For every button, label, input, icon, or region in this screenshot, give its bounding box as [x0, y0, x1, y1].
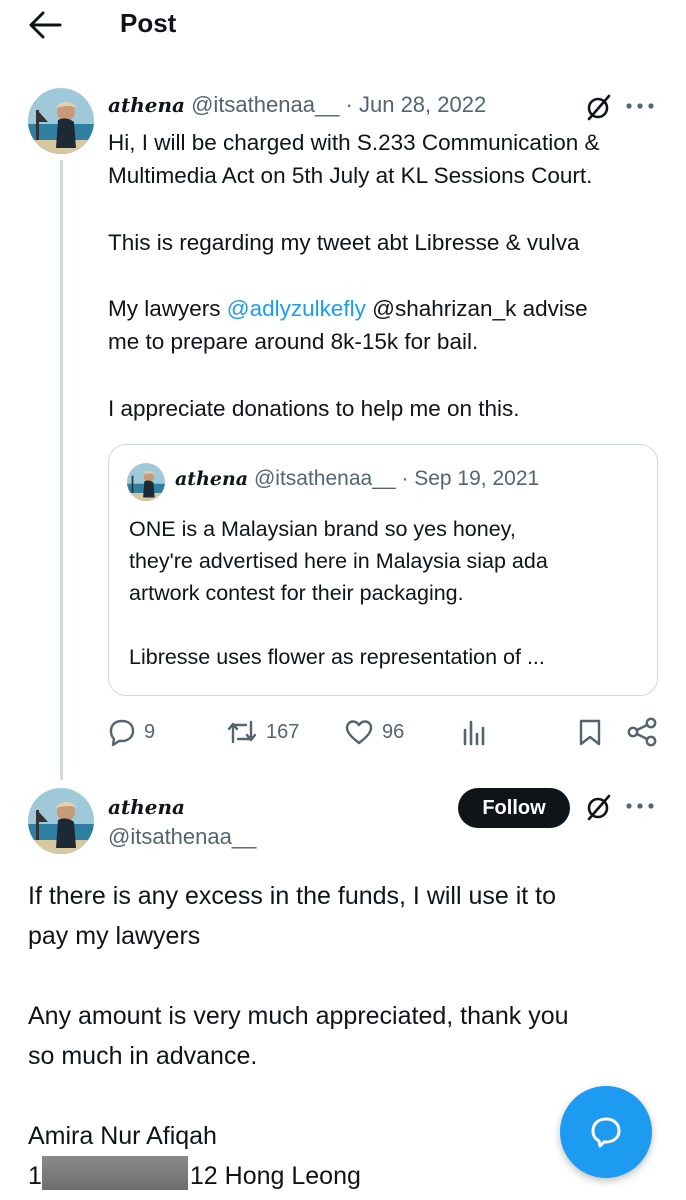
handle[interactable]: @itsathenaa__ [191, 92, 339, 117]
back-arrow-icon[interactable] [28, 10, 62, 40]
quote-tweet-card[interactable]: athena @itsathenaa__ · Sep 19, 2021 ONE … [108, 444, 658, 696]
tweet-text: I appreciate donations to help me on thi… [108, 392, 520, 425]
display-name: athena [175, 468, 249, 490]
compose-reply-button[interactable] [560, 1086, 652, 1178]
like-count: 96 [382, 720, 405, 743]
tweet-line: Any amount is very much appreciated, tha… [28, 1002, 569, 1030]
tweet-line: Hi, I will be charged with S.233 Communi… [108, 130, 600, 155]
top-bar: Post [0, 0, 686, 52]
heart-icon [345, 720, 373, 745]
tweet-line: This is regarding my tweet abt Libresse … [108, 230, 580, 255]
tweet-header: athena [108, 794, 185, 820]
avatar[interactable] [28, 88, 94, 154]
tweet-text: Hi, I will be charged with S.233 Communi… [108, 126, 599, 192]
quote-avatar [127, 463, 165, 501]
share-icon[interactable] [626, 716, 658, 748]
post-date: · Sep 19, 2021 [401, 467, 540, 490]
reply-button[interactable]: 9 [108, 712, 155, 752]
repost-icon [227, 720, 257, 744]
chat-bubble-icon [591, 1117, 621, 1148]
quote-text: ONE is a Malaysian brand so yes honey, t… [129, 513, 548, 673]
account-prefix: 1 [28, 1162, 42, 1190]
handle: @itsathenaa__ [253, 467, 396, 490]
tweet-text: My lawyers @adlyzulkefly @shahrizan_k ad… [108, 292, 588, 358]
grok-icon[interactable] [584, 92, 614, 122]
tweet-line: Multimedia Act on 5th July at KL Session… [108, 163, 593, 188]
tweet-line: so much in advance. [28, 1042, 258, 1070]
tweet-line: If there is any excess in the funds, I w… [28, 882, 557, 910]
repost-count: 167 [266, 720, 300, 743]
quote-line: Libresse uses flower as representation o… [129, 645, 545, 669]
avatar-image [28, 788, 94, 854]
quote-line: ONE is a Malaysian brand so yes honey, [129, 517, 516, 541]
text-segment: @shahrizan_k advise [365, 296, 588, 321]
avatar[interactable] [28, 788, 94, 854]
tweet-line: I appreciate donations to help me on thi… [108, 396, 520, 421]
quote-line: they're advertised here in Malaysia siap… [129, 549, 548, 573]
quote-header: athena @itsathenaa__ · Sep 19, 2021 [175, 467, 539, 491]
follow-button[interactable]: Follow [458, 788, 570, 828]
handle[interactable]: @itsathenaa__ [108, 824, 256, 850]
more-options-icon[interactable] [624, 800, 656, 812]
tweet-line: 1 12 Hong Leong [28, 1156, 569, 1196]
avatar-image [127, 463, 165, 501]
text-segment: My lawyers [108, 296, 227, 321]
tweet-line: My lawyers @adlyzulkefly @shahrizan_k ad… [108, 292, 588, 325]
reply-icon [109, 719, 135, 746]
more-options-icon[interactable] [624, 100, 656, 112]
redaction-box [41, 1156, 188, 1190]
thread-line [60, 160, 63, 780]
quote-line: artwork contest for their packaging. [129, 581, 464, 605]
repost-button[interactable]: 167 [226, 712, 299, 752]
tweet-line: pay my lawyers [28, 922, 201, 950]
like-button[interactable]: 96 [344, 712, 404, 752]
action-bar: 9 167 96 [108, 712, 668, 752]
main-tweet-text: If there is any excess in the funds, I w… [28, 876, 569, 1196]
grok-icon[interactable] [584, 792, 614, 822]
post-date[interactable]: · Jun 28, 2022 [346, 92, 487, 117]
reply-count: 9 [144, 720, 156, 743]
tweet-header: athena @itsathenaa__ · Jun 28, 2022 [108, 92, 486, 118]
tweet-line: me to prepare around 8k-15k for bail. [108, 329, 479, 354]
tweet-line: Amira Nur Afiqah [28, 1122, 217, 1150]
display-name[interactable]: athena [108, 93, 185, 117]
tweet-text: This is regarding my tweet abt Libresse … [108, 226, 579, 259]
views-icon[interactable] [460, 718, 488, 746]
page-title: Post [120, 8, 177, 38]
display-name[interactable]: athena [108, 795, 185, 819]
avatar-image [28, 88, 94, 154]
bookmark-icon[interactable] [578, 718, 602, 746]
account-suffix: 12 Hong Leong [189, 1162, 361, 1190]
mention-link[interactable]: @adlyzulkefly [227, 296, 366, 321]
